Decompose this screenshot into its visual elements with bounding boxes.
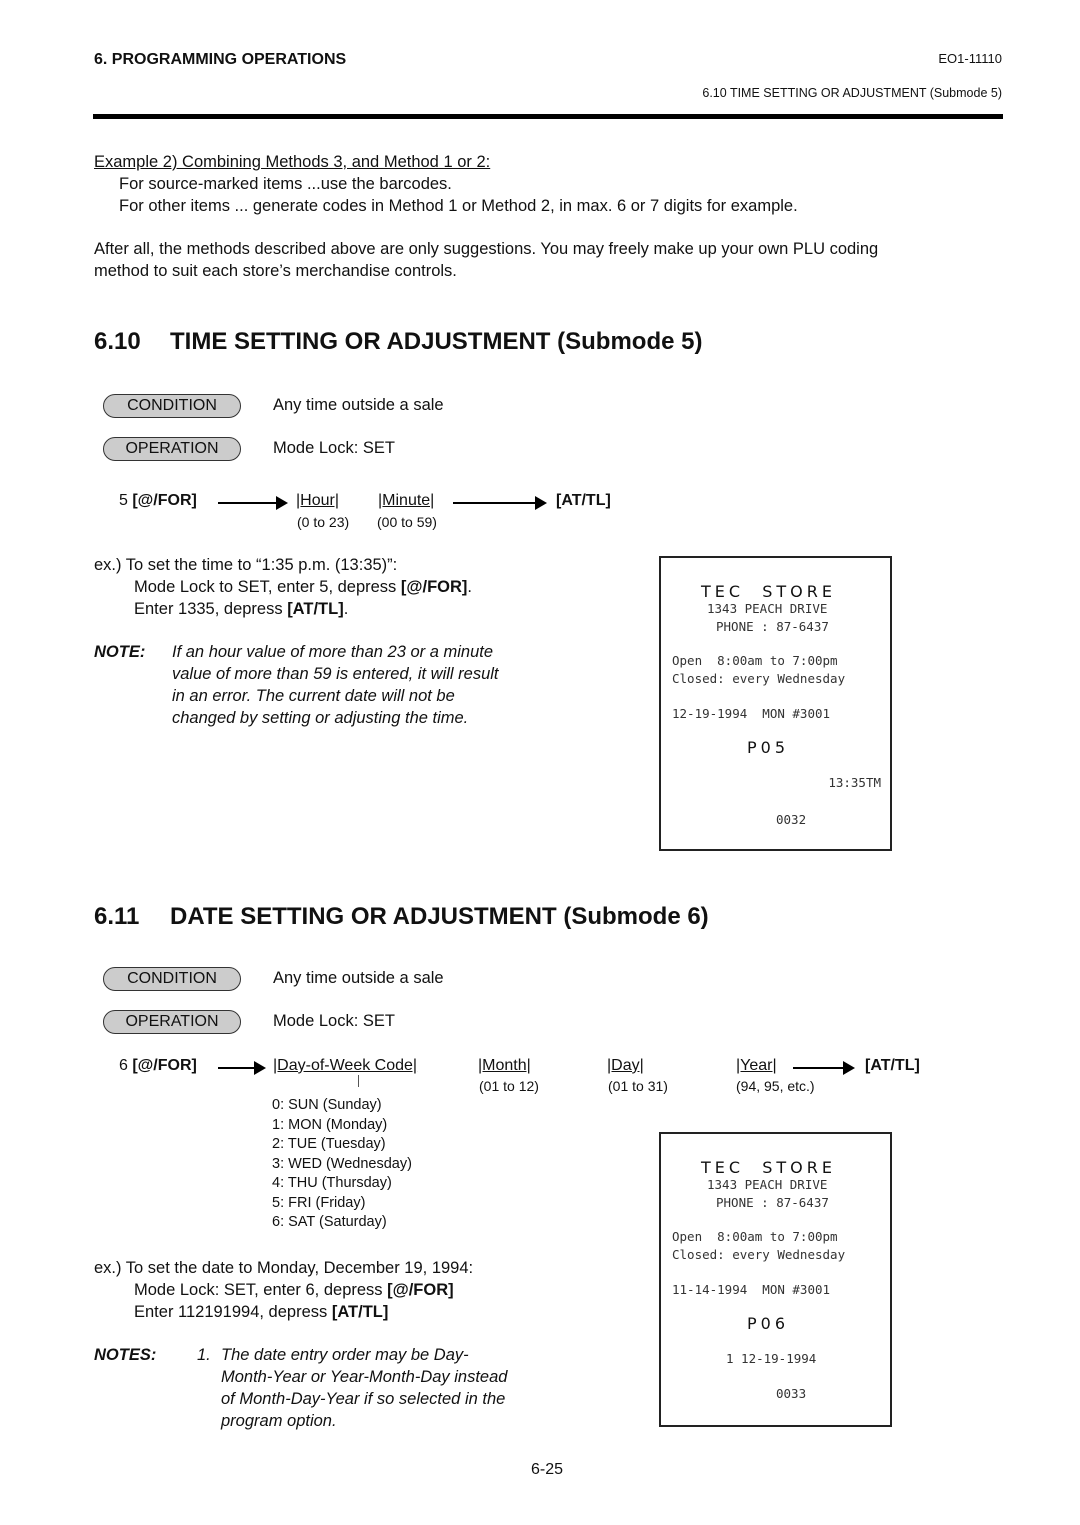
receipt-date-line: 11-14-1994 MON #3001	[672, 1282, 831, 1297]
receipt-phone: PHONE : 87-6437	[716, 1195, 829, 1210]
section-number: 6.10	[94, 328, 141, 355]
notes-line: The date entry order may be Day-	[221, 1346, 469, 1364]
operation-badge: OPERATION	[103, 1010, 241, 1034]
section-6-10-heading: 6.10 TIME SETTING OR ADJUSTMENT (Submode …	[94, 328, 702, 356]
key-sequence-start: 6 [@/FOR]	[119, 1057, 197, 1074]
example-date-line-2: Mode Lock: SET, enter 6, depress [@/FOR]	[134, 1281, 454, 1299]
receipt-value: 13:35TM	[828, 775, 881, 790]
day-of-week-code-list: 0: SUN (Sunday) 1: MON (Monday) 2: TUE (…	[272, 1096, 412, 1233]
key-at-tl: [AT/TL]	[556, 492, 611, 509]
key-for: [@/FOR]	[132, 1057, 197, 1074]
key-sequence-start: 5 [@/FOR]	[119, 492, 197, 509]
condition-badge: CONDITION	[103, 967, 241, 991]
day-code-item: 0: SUN (Sunday)	[272, 1097, 382, 1113]
example-date-line-1: ex.) To set the date to Monday, December…	[94, 1259, 474, 1277]
header-rule	[93, 114, 1003, 119]
receipt-store-name: TEC STORE	[701, 582, 836, 601]
note-line: If an hour value of more than 23 or a mi…	[172, 643, 494, 661]
section-reference: 6.10 TIME SETTING OR ADJUSTMENT (Submode…	[702, 86, 1002, 100]
arrow-icon	[218, 496, 288, 510]
section-title: DATE SETTING OR ADJUSTMENT (Submode 6)	[170, 903, 709, 930]
notes-label: NOTES:	[94, 1346, 157, 1364]
section-title: TIME SETTING OR ADJUSTMENT (Submode 5)	[170, 328, 703, 355]
arrow-icon	[453, 496, 547, 510]
receipt-date-line: 12-19-1994 MON #3001	[672, 706, 831, 721]
key-at-tl: [AT/TL]	[865, 1057, 920, 1074]
range-month: (01 to 12)	[479, 1078, 539, 1094]
example-time-line-1: ex.) To set the time to “1:35 p.m. (13:3…	[94, 556, 398, 574]
example-line-2: For other items ... generate codes in Me…	[119, 197, 798, 215]
section-number: 6.11	[94, 903, 140, 930]
note-line: changed by setting or adjusting the time…	[172, 709, 469, 727]
operation-text: Mode Lock: SET	[273, 439, 395, 457]
receipt-code: P06	[747, 1314, 790, 1333]
field-day-of-week: |Day-of-Week Code|	[273, 1057, 418, 1074]
notes-line: program option.	[221, 1412, 337, 1430]
condition-text: Any time outside a sale	[273, 396, 444, 414]
notes-line: Month-Year or Year-Month-Day instead	[221, 1368, 508, 1386]
range-minute: (00 to 59)	[377, 514, 437, 530]
range-day: (01 to 31)	[608, 1078, 668, 1094]
receipt-time: TEC STORE 1343 PEACH DRIVE PHONE : 87-64…	[659, 556, 892, 851]
field-day: |Day|	[607, 1057, 644, 1074]
receipt-code: P05	[747, 738, 790, 757]
field-month: |Month|	[478, 1057, 531, 1074]
receipt-hours: Open 8:00am to 7:00pm	[672, 653, 838, 668]
key-for: [@/FOR]	[132, 492, 197, 509]
day-code-item: 1: MON (Monday)	[272, 1116, 388, 1133]
day-code-item: 4: THU (Thursday)	[272, 1175, 392, 1191]
note-line: value of more than 59 is entered, it wil…	[172, 665, 499, 683]
receipt-counter: 0033	[776, 1386, 807, 1401]
example-time-line-2: Mode Lock to SET, enter 5, depress [@/FO…	[134, 578, 472, 596]
receipt-counter: 0032	[776, 812, 807, 827]
receipt-hours: Open 8:00am to 7:00pm	[672, 1229, 838, 1244]
example-title: Example 2) Combining Methods 3, and Meth…	[94, 153, 491, 171]
arrow-icon	[218, 1061, 266, 1075]
field-year: |Year|	[736, 1057, 777, 1074]
example-time-line-3: Enter 1335, depress [AT/TL].	[134, 600, 349, 618]
section-6-11-heading: 6.11 DATE SETTING OR ADJUSTMENT (Submode …	[94, 903, 709, 931]
operation-text: Mode Lock: SET	[273, 1012, 395, 1030]
day-code-item: 5: FRI (Friday)	[272, 1194, 366, 1211]
receipt-date: TEC STORE 1343 PEACH DRIVE PHONE : 87-64…	[659, 1132, 892, 1427]
chapter-title: 6. PROGRAMMING OPERATIONS	[94, 51, 347, 68]
notes-line: of Month-Day-Year if so selected in the	[221, 1390, 506, 1408]
range-hour: (0 to 23)	[297, 514, 350, 530]
example-date-line-3: Enter 112191994, depress [AT/TL]	[134, 1303, 389, 1321]
connector-line	[358, 1075, 359, 1087]
field-minute: |Minute|	[378, 492, 435, 509]
condition-text: Any time outside a sale	[273, 969, 444, 987]
range-year: (94, 95, etc.)	[736, 1078, 815, 1094]
receipt-store-name: TEC STORE	[701, 1158, 836, 1177]
intro-paragraph-line-2: method to suit each store’s merchandise …	[94, 262, 457, 280]
receipt-closed: Closed: every Wednesday	[672, 1247, 846, 1262]
day-code-item: 6: SAT (Saturday)	[272, 1214, 387, 1230]
document-id: EO1-11110	[938, 51, 1002, 66]
receipt-address: 1343 PEACH DRIVE	[707, 601, 828, 616]
day-code-item: 2: TUE (Tuesday)	[272, 1136, 386, 1152]
field-hour: |Hour|	[296, 492, 339, 509]
note-label: NOTE:	[94, 643, 146, 661]
example-line-1: For source-marked items ...use the barco…	[119, 175, 452, 193]
page-number: 6-25	[531, 1461, 564, 1478]
operation-badge: OPERATION	[103, 437, 241, 461]
receipt-closed: Closed: every Wednesday	[672, 671, 846, 686]
day-code-item: 3: WED (Wednesday)	[272, 1155, 412, 1172]
intro-paragraph-line-1: After all, the methods described above a…	[94, 240, 879, 258]
receipt-phone: PHONE : 87-6437	[716, 619, 829, 634]
receipt-value: 1 12-19-1994	[726, 1351, 817, 1366]
notes-number: 1.	[197, 1346, 211, 1364]
condition-badge: CONDITION	[103, 394, 241, 418]
receipt-address: 1343 PEACH DRIVE	[707, 1177, 828, 1192]
note-line: in an error. The current date will not b…	[172, 687, 455, 705]
arrow-icon	[793, 1061, 855, 1075]
